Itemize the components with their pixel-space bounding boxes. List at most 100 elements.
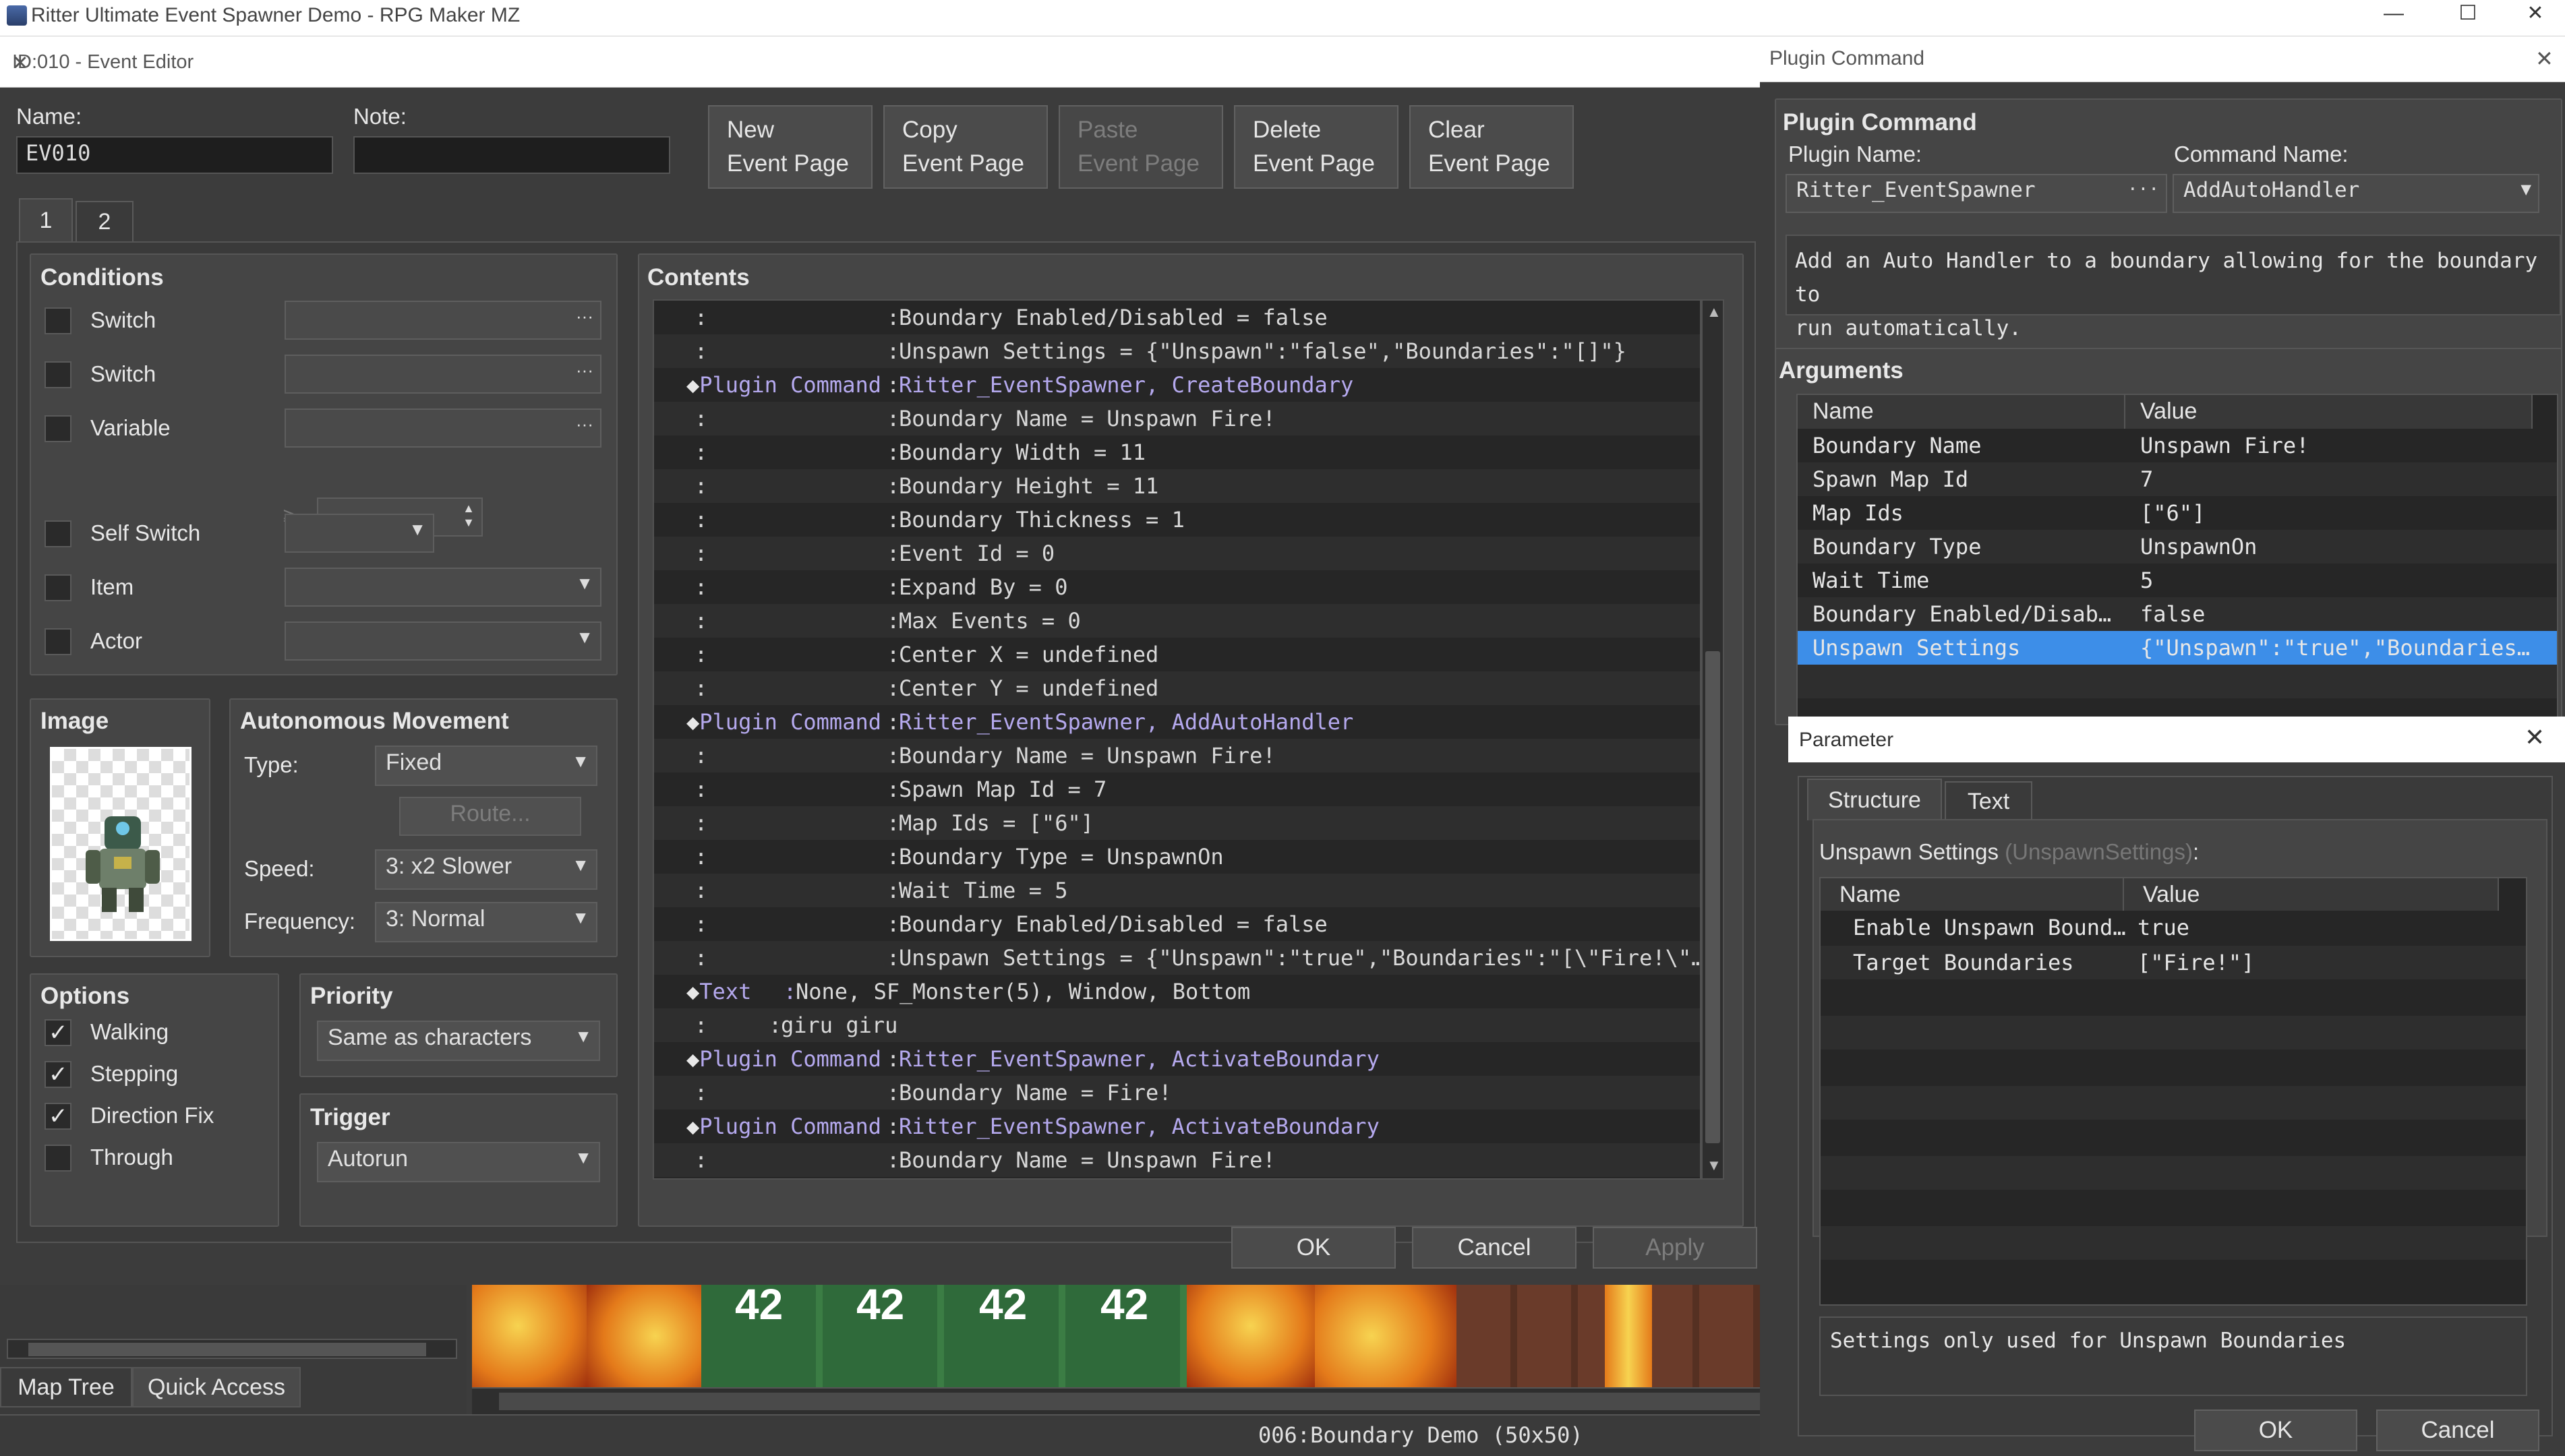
ok-button[interactable]: OK (2194, 1409, 2357, 1451)
trigger-select[interactable]: Autorun ▼ (317, 1142, 600, 1182)
argument-row (1798, 665, 2557, 698)
contents-row[interactable]: :: Center Y = undefined (654, 671, 1700, 705)
paste-event-page-button[interactable]: Paste Event Page (1059, 105, 1223, 189)
tab-page-1[interactable]: 1 (19, 198, 73, 243)
contents-row[interactable]: :: Boundary Thickness = 1 (654, 503, 1700, 537)
scroll-down-icon[interactable]: ▼ (1707, 1157, 1721, 1174)
close-icon[interactable]: ✕ (2525, 723, 2545, 752)
contents-row[interactable]: :: Boundary Height = 11 (654, 469, 1700, 503)
contents-row[interactable]: ◆Text: None, SF_Monster(5), Window, Botto… (654, 975, 1700, 1008)
argument-row[interactable]: Wait Time 5 (1798, 564, 2557, 597)
item-checkbox[interactable] (45, 574, 71, 601)
argument-row[interactable]: Boundary Name Unspawn Fire! (1798, 429, 2557, 462)
movement-type-select[interactable]: Fixed ▼ (375, 746, 597, 786)
contents-row[interactable]: :: Boundary Enabled/Disabled = false (654, 907, 1700, 941)
variable-select[interactable]: ··· (285, 408, 601, 448)
contents-row[interactable]: :: giru giru (654, 1008, 1700, 1042)
contents-row[interactable]: ◆Plugin Command: Ritter_EventSpawner, Add… (654, 705, 1700, 739)
arguments-col-name-header[interactable]: Name (1798, 395, 2125, 429)
contents-row[interactable]: :: Expand By = 0 (654, 570, 1700, 604)
scrollbar-thumb[interactable] (28, 1343, 426, 1356)
apply-button[interactable]: Apply (1593, 1227, 1757, 1269)
tab-page-2[interactable]: 2 (76, 201, 134, 243)
copy-event-page-button[interactable]: Copy Event Page (883, 105, 1048, 189)
variable-checkbox[interactable] (45, 415, 71, 442)
contents-row[interactable]: :: Max Events = 0 (654, 604, 1700, 638)
actor-checkbox[interactable] (45, 628, 71, 655)
name-input[interactable]: EV010 (16, 136, 333, 174)
structure-row[interactable]: Enable Unspawn Bound… true (1821, 911, 2526, 944)
walking-checkbox[interactable] (45, 1019, 71, 1046)
contents-row[interactable]: :: Boundary Name = Unspawn Fire! (654, 402, 1700, 435)
argument-row[interactable]: Boundary Type UnspawnOn (1798, 530, 2557, 564)
contents-row[interactable]: :: Boundary Name = Unspawn Fire! (654, 739, 1700, 772)
structure-col-value-header[interactable]: Value (2124, 878, 2499, 911)
structure-row[interactable]: Target Boundaries ["Fire!"] (1821, 946, 2526, 979)
tab-map-tree[interactable]: Map Tree (0, 1367, 132, 1407)
close-icon[interactable]: ✕ (12, 51, 28, 75)
contents-row[interactable]: :: Wait Time = 5 (654, 874, 1700, 907)
cancel-button[interactable]: Cancel (1412, 1227, 1576, 1269)
self-switch-checkbox[interactable] (45, 520, 71, 547)
through-checkbox[interactable] (45, 1145, 71, 1172)
contents-row[interactable]: :: Boundary Type = UnspawnOn (654, 840, 1700, 874)
plugin-name-select[interactable]: Ritter_EventSpawner ··· (1786, 174, 2167, 213)
tab-text[interactable]: Text (1945, 781, 2032, 820)
argument-row[interactable]: Map Ids ["6"] (1798, 496, 2557, 530)
switch1-select[interactable]: ··· (285, 301, 601, 340)
minimize-button[interactable]: — (2367, 0, 2421, 27)
switch2-select[interactable]: ··· (285, 355, 601, 394)
contents-row[interactable]: :: Center X = undefined (654, 638, 1700, 671)
switch2-checkbox[interactable] (45, 361, 71, 388)
self-switch-select[interactable]: ▼ (285, 514, 434, 553)
contents-row[interactable]: :: Unspawn Settings = {"Unspawn":"false",… (654, 334, 1700, 368)
command-name-select[interactable]: AddAutoHandler ▼ (2173, 174, 2539, 213)
contents-row[interactable]: :: Boundary Enabled/Disabled = false (654, 301, 1700, 334)
delete-event-page-button[interactable]: Delete Event Page (1234, 105, 1398, 189)
tab-structure[interactable]: Structure (1807, 779, 1942, 820)
scrollbar-thumb[interactable] (499, 1393, 1794, 1410)
contents-row[interactable]: ◆Plugin Command: Ritter_EventSpawner, Act… (654, 1042, 1700, 1076)
tab-quick-access[interactable]: Quick Access (132, 1367, 301, 1407)
note-input[interactable] (353, 136, 670, 174)
contents-row[interactable]: :: Unspawn Settings = {"Unspawn":"true","… (654, 941, 1700, 975)
contents-row[interactable]: :: Boundary Name = Unspawn Fire! (654, 1143, 1700, 1177)
horizontal-scrollbar[interactable] (7, 1339, 457, 1359)
maximize-button[interactable]: ☐ (2441, 0, 2495, 27)
contents-row[interactable]: :: Spawn Map Id = 7 (654, 772, 1700, 806)
speed-select[interactable]: 3: x2 Slower ▼ (375, 849, 597, 890)
item-select[interactable]: ▼ (285, 568, 601, 607)
route-button[interactable]: Route... (399, 797, 581, 836)
contents-row[interactable]: :: Boundary Width = 11 (654, 435, 1700, 469)
argument-row[interactable]: Boundary Enabled/Disab… false (1798, 597, 2557, 631)
close-window-button[interactable]: ✕ (2508, 0, 2562, 27)
structure-col-name-header[interactable]: Name (1821, 878, 2124, 911)
arguments-col-value-header[interactable]: Value (2125, 395, 2533, 429)
clear-event-page-button[interactable]: Clear Event Page (1409, 105, 1574, 189)
cancel-button[interactable]: Cancel (2376, 1409, 2539, 1451)
map-horizontal-scrollbar[interactable] (472, 1387, 1794, 1414)
priority-select[interactable]: Same as characters ▼ (317, 1021, 600, 1061)
direction-fix-checkbox[interactable] (45, 1103, 71, 1130)
scrollbar-thumb[interactable] (1705, 651, 1720, 1143)
map-view[interactable]: 42 42 42 42 (472, 1285, 1788, 1387)
ok-button[interactable]: OK (1231, 1227, 1396, 1269)
contents-row[interactable]: ◆Plugin Command: Ritter_EventSpawner, Cre… (654, 368, 1700, 402)
stepping-checkbox[interactable] (45, 1061, 71, 1088)
frequency-select[interactable]: 3: Normal ▼ (375, 902, 597, 942)
scroll-up-icon[interactable]: ▲ (1707, 303, 1721, 321)
contents-row[interactable]: :: Event Id = 0 (654, 537, 1700, 570)
new-event-page-button[interactable]: New Event Page (708, 105, 873, 189)
switch1-checkbox[interactable] (45, 307, 71, 334)
contents-list[interactable]: :: Boundary Enabled/Disabled = false:: Uns… (653, 299, 1701, 1180)
argument-row[interactable]: Spawn Map Id 7 (1798, 462, 2557, 496)
event-image-preview[interactable] (50, 747, 191, 941)
close-icon[interactable]: ✕ (2535, 46, 2554, 71)
contents-scrollbar[interactable]: ▲ ▼ (1701, 299, 1724, 1180)
contents-row[interactable]: ◆Plugin Command: Ritter_EventSpawner, Act… (654, 1110, 1700, 1143)
actor-select[interactable]: ▼ (285, 621, 601, 661)
contents-row[interactable]: :: Map Ids = ["6"] (654, 806, 1700, 840)
argument-row[interactable]: Unspawn Settings {"Unspawn":"true","Bound… (1798, 631, 2557, 665)
row-colon: : (695, 675, 708, 701)
contents-row[interactable]: :: Boundary Name = Fire! (654, 1076, 1700, 1110)
